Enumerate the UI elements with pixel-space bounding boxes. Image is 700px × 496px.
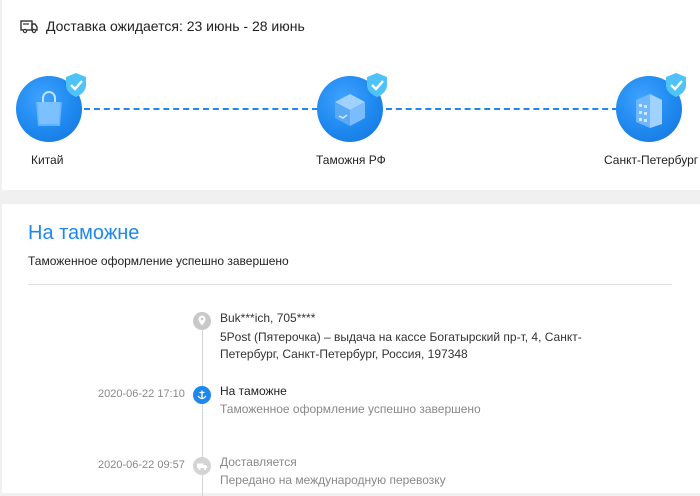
- address-pin: [192, 311, 212, 331]
- route-connector: [386, 108, 618, 110]
- check-badge-icon: [666, 73, 686, 97]
- stage-destination: [616, 72, 686, 142]
- anchor-icon: [193, 386, 211, 404]
- event-status-dot: [192, 456, 212, 476]
- check-badge-icon: [367, 73, 387, 97]
- status-subtitle: Таможенное оформление успешно завершено: [28, 254, 289, 268]
- location-pin-icon: [193, 312, 211, 330]
- event-description: Таможенное оформление успешно завершено: [220, 402, 481, 416]
- stage-origin: [16, 72, 86, 142]
- delivery-estimate: Доставка ожидается: 23 июнь - 28 июнь: [20, 16, 305, 36]
- stage-customs-label: Таможня РФ: [316, 153, 386, 167]
- pickup-address: 5Post (Пятерочка) – выдача на кассе Бога…: [220, 330, 582, 361]
- event-date: 2020-06-22 17:10: [98, 388, 185, 400]
- stage-origin-label: Китай: [31, 153, 64, 167]
- event-status-dot: [192, 385, 212, 405]
- event-description: Передано на международную перевозку: [220, 473, 446, 487]
- delivery-estimate-text: Доставка ожидается: 23 июнь - 28 июнь: [46, 18, 305, 34]
- check-badge-icon: [66, 73, 86, 97]
- stage-customs: [317, 72, 387, 142]
- recipient-info: Buk***ich, 705****: [220, 311, 316, 325]
- event-title: На таможне: [220, 384, 287, 398]
- stage-destination-label: Санкт-Петербург: [604, 153, 699, 167]
- event-title: Доставляется: [220, 455, 297, 469]
- divider: [28, 284, 672, 285]
- delivery-truck-icon: [20, 20, 38, 34]
- status-title: На таможне: [28, 222, 140, 244]
- event-date: 2020-06-22 09:57: [98, 459, 185, 471]
- transport-icon: [193, 457, 211, 475]
- route-connector: [84, 108, 318, 110]
